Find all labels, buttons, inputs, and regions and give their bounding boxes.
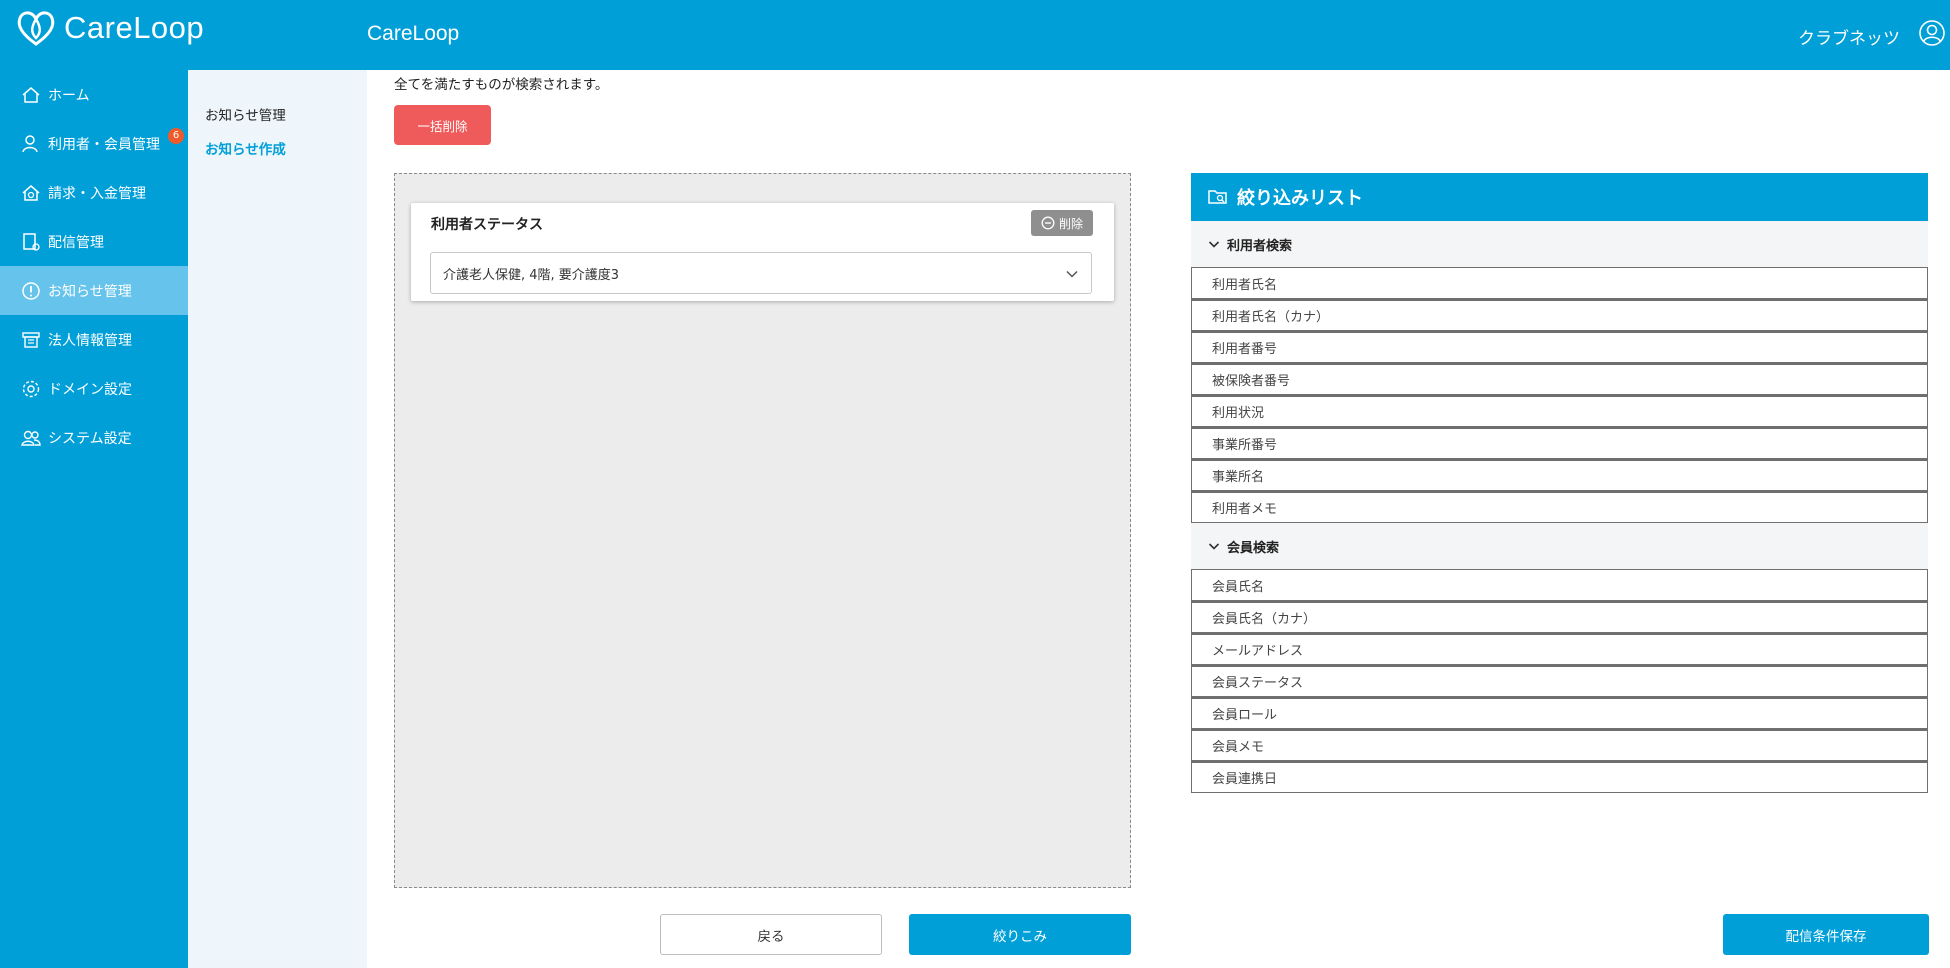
condition-card: 利用者ステータス 削除 介護老人保健, 4階, 要介護度3 [411, 203, 1114, 301]
field-item[interactable]: 会員ロール [1191, 697, 1928, 729]
sidebar-item-home[interactable]: ホーム [0, 70, 188, 119]
notification-badge: 6 [168, 128, 184, 144]
condition-select[interactable]: 介護老人保健, 4階, 要介護度3 [430, 252, 1092, 294]
sidebar-item-label: ホーム [48, 87, 90, 104]
app-logo[interactable]: CareLoop [14, 6, 204, 50]
field-item[interactable]: 被保険者番号 [1191, 363, 1928, 395]
condition-dropzone[interactable]: 利用者ステータス 削除 介護老人保健, 4階, 要介護度3 [394, 173, 1131, 888]
chevron-down-icon [1208, 543, 1220, 550]
sidebar-item-notices[interactable]: お知らせ管理 [0, 266, 188, 315]
section-member-search[interactable]: 会員検索 [1191, 523, 1928, 569]
section-user-search[interactable]: 利用者検索 [1191, 221, 1928, 267]
building-icon [20, 329, 42, 351]
member-search-fields: 会員氏名 会員氏名（カナ） メールアドレス 会員ステータス 会員ロール 会員メモ… [1191, 569, 1928, 793]
save-conditions-button[interactable]: 配信条件保存 [1723, 914, 1929, 955]
gear-icon [20, 378, 42, 400]
home-icon [20, 84, 42, 106]
bulk-delete-button[interactable]: 一括削除 [394, 105, 491, 145]
section-label: 利用者検索 [1227, 238, 1293, 254]
filter-button[interactable]: 絞りこみ [909, 914, 1131, 955]
subnav-item-notice-management[interactable]: お知らせ管理 [205, 104, 286, 124]
field-item[interactable]: 会員メモ [1191, 729, 1928, 761]
field-item[interactable]: 利用者番号 [1191, 331, 1928, 363]
field-item[interactable]: 利用者氏名（カナ） [1191, 299, 1928, 331]
field-item[interactable]: 会員連携日 [1191, 761, 1928, 793]
sidebar-item-label: 利用者・会員管理 [48, 136, 160, 153]
condition-delete-label: 削除 [1058, 216, 1083, 231]
condition-select-value: 介護老人保健, 4階, 要介護度3 [443, 267, 620, 283]
sub-navigation: お知らせ管理 お知らせ作成 [188, 70, 367, 968]
sidebar: ホーム 利用者・会員管理 6 請求・入金管理 配信管理 お知らせ管理 法人情報管… [0, 70, 188, 968]
sidebar-item-delivery[interactable]: 配信管理 [0, 217, 188, 266]
filter-list-title: 絞り込みリスト [1237, 188, 1363, 209]
filter-list-panel: 絞り込みリスト 利用者検索 利用者氏名 利用者氏名（カナ） 利用者番号 被保険者… [1191, 173, 1928, 793]
field-item[interactable]: 利用者メモ [1191, 491, 1928, 523]
sidebar-item-label: 請求・入金管理 [48, 185, 146, 202]
field-item[interactable]: 利用状況 [1191, 395, 1928, 427]
condition-title: 利用者ステータス [431, 217, 543, 233]
sidebar-item-system[interactable]: システム設定 [0, 413, 188, 462]
sidebar-item-corporate[interactable]: 法人情報管理 [0, 315, 188, 364]
field-item[interactable]: 事業所番号 [1191, 427, 1928, 459]
user-search-fields: 利用者氏名 利用者氏名（カナ） 利用者番号 被保険者番号 利用状況 事業所番号 … [1191, 267, 1928, 523]
condition-delete-button[interactable]: 削除 [1031, 210, 1093, 236]
back-button[interactable]: 戻る [660, 914, 882, 955]
info-icon [20, 280, 42, 302]
header-title: CareLoop [367, 22, 460, 45]
sidebar-item-label: ドメイン設定 [48, 381, 132, 398]
minus-circle-icon [1041, 216, 1055, 230]
sidebar-item-domain[interactable]: ドメイン設定 [0, 364, 188, 413]
user-icon [20, 133, 42, 155]
folder-search-icon [1208, 190, 1227, 204]
top-header: CareLoop CareLoop クラブネッツ [0, 0, 1950, 70]
field-item[interactable]: 会員氏名（カナ） [1191, 601, 1928, 633]
logo-text: CareLoop [64, 10, 205, 45]
header-user-name[interactable]: クラブネッツ [1798, 24, 1900, 49]
section-label: 会員検索 [1227, 540, 1280, 556]
field-item[interactable]: 会員氏名 [1191, 569, 1928, 601]
field-item[interactable]: メールアドレス [1191, 633, 1928, 665]
delivery-icon [20, 231, 42, 253]
filter-list-header: 絞り込みリスト [1191, 173, 1928, 221]
billing-icon [20, 182, 42, 204]
sidebar-item-label: システム設定 [48, 430, 132, 447]
field-item[interactable]: 利用者氏名 [1191, 267, 1928, 299]
sidebar-item-label: 法人情報管理 [48, 332, 132, 349]
users-gear-icon [20, 427, 42, 449]
chevron-down-icon [1208, 241, 1220, 248]
field-item[interactable]: 事業所名 [1191, 459, 1928, 491]
logo-heart-icon [17, 11, 55, 46]
sidebar-item-label: お知らせ管理 [48, 283, 132, 300]
sidebar-item-billing[interactable]: 請求・入金管理 [0, 168, 188, 217]
field-item[interactable]: 会員ステータス [1191, 665, 1928, 697]
chevron-down-icon [1066, 270, 1078, 278]
user-account-icon[interactable] [1918, 19, 1946, 47]
search-description: 全てを満たすものが検索されます。 [394, 77, 609, 93]
sidebar-item-users[interactable]: 利用者・会員管理 6 [0, 119, 188, 168]
subnav-item-notice-create[interactable]: お知らせ作成 [205, 138, 286, 158]
sidebar-item-label: 配信管理 [48, 234, 104, 251]
